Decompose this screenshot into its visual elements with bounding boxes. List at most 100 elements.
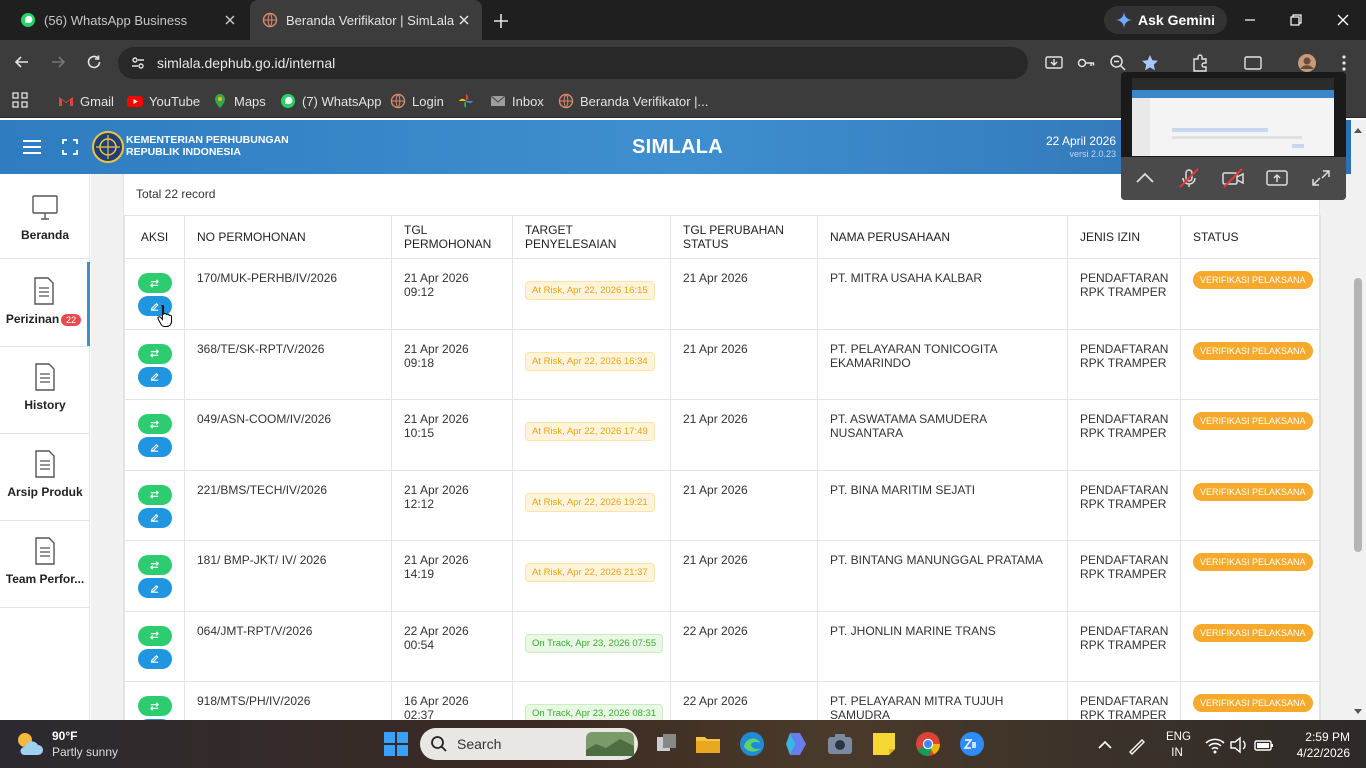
sidebar-divider [0,520,90,521]
tab-whatsapp-business[interactable]: (56) WhatsApp Business [0,0,248,40]
column-header[interactable]: STATUS [1180,215,1321,259]
change-status-button[interactable] [137,343,172,364]
edit-button[interactable] [137,507,172,528]
close-icon[interactable] [456,12,472,28]
column-header[interactable]: JENIS IZIN [1067,215,1181,259]
sidebar-item-arsip-produk[interactable]: Arsip Produk [0,449,90,499]
hamburger-menu-icon[interactable] [22,138,42,156]
change-status-button[interactable] [137,696,172,716]
file-explorer-icon[interactable] [694,730,722,758]
bookmark-star-icon[interactable] [1140,53,1160,73]
change-status-button[interactable] [137,273,172,293]
mic-muted-icon[interactable] [1177,168,1201,188]
column-header[interactable]: TARGET PENYELESAIAN [512,215,671,259]
scrollbar-thumb[interactable] [1354,278,1362,552]
edit-button[interactable] [137,578,172,598]
target-status-pill: At Risk, Apr 22, 2026 17:49 [525,422,655,441]
no-permohonan-cell: 064/JMT-RPT/V/2026 [184,610,392,682]
change-status-button[interactable] [137,555,172,575]
chevron-up-icon[interactable] [1133,168,1157,188]
minimize-icon[interactable] [1240,10,1260,30]
fullscreen-icon[interactable] [62,139,78,155]
bookmark-beranda-verifikator[interactable]: Beranda Verifikator |... [558,91,708,111]
target-status-pill: At Risk, Apr 22, 2026 21:37 [525,563,655,582]
column-header[interactable]: TGL PERUBAHAN STATUS [670,215,818,259]
back-arrow-icon[interactable] [12,52,32,72]
chrome-icon[interactable] [914,730,942,758]
expand-icon[interactable] [1309,168,1333,188]
more-menu-icon[interactable] [1334,53,1354,73]
change-status-button[interactable] [137,625,172,646]
weather-description: Partly sunny [52,745,119,759]
sidebar-item-perizinan[interactable]: Perizinan 22 [0,262,90,346]
speaker-icon[interactable] [1228,734,1250,756]
table-header-row: AKSI NO PERMOHONAN TGL PERMOHONAN TARGET… [124,215,1321,259]
change-status-button[interactable] [137,484,172,505]
extensions-puzzle-icon[interactable] [1190,53,1210,73]
status-badge: VERIFIKASI PELAKSANA [1193,694,1313,712]
tab-simlala[interactable]: Beranda Verifikator | SimLala [250,0,482,40]
address-bar[interactable]: simlala.dephub.go.id/internal [118,47,1028,79]
globe-icon [390,93,406,109]
windows-start-icon[interactable] [382,730,410,758]
column-header[interactable]: NO PERMOHONAN [184,215,392,259]
taskbar-search-box[interactable]: Search [420,728,638,760]
install-app-icon[interactable] [1044,53,1064,73]
wifi-icon[interactable] [1204,734,1226,756]
camera-app-icon[interactable] [826,730,854,758]
nama-perusahaan-cell: PT. ASWATAMA SAMUDERA NUSANTARA [817,399,1068,471]
tab-title: Beranda Verifikator | SimLala [286,12,455,28]
language-indicator[interactable]: ENG IN [1166,729,1191,761]
sticky-notes-icon[interactable] [870,730,898,758]
bookmark-login[interactable]: Login [390,91,444,111]
sidebar-item-team-performance[interactable]: Team Perfor... [0,536,90,586]
column-header[interactable]: TGL PERMOHONAN [391,215,513,259]
reload-icon[interactable] [84,52,104,72]
share-screen-icon[interactable] [1265,168,1289,188]
maps-pin-icon [215,94,225,108]
pen-tray-icon[interactable] [1126,734,1148,756]
bookmark-maps[interactable]: Maps [212,91,266,111]
copilot-icon[interactable] [782,730,810,758]
status-badge: VERIFIKASI PELAKSANA [1193,482,1313,501]
system-clock[interactable]: 2:59 PM 4/22/2026 [1290,729,1350,761]
bookmark-inbox[interactable]: Inbox [490,91,544,111]
apps-grid-icon[interactable] [12,92,28,108]
change-status-button[interactable] [137,414,172,434]
edit-button[interactable] [137,648,172,669]
profile-avatar-icon[interactable] [1297,53,1317,73]
cast-icon[interactable] [1243,53,1263,73]
zoom-out-icon[interactable] [1108,53,1128,73]
key-icon[interactable] [1076,53,1096,73]
column-header[interactable]: NAMA PERUSAHAAN [817,215,1068,259]
site-settings-icon[interactable] [130,55,146,71]
bookmark-gmail[interactable]: Gmail [58,91,114,111]
ask-gemini-button[interactable]: Ask Gemini [1104,6,1228,34]
target-cell: At Risk, Apr 22, 2026 21:37 [512,540,671,612]
close-icon[interactable] [222,12,238,28]
battery-icon[interactable] [1253,734,1275,756]
new-tab-plus-icon[interactable] [490,10,512,32]
sidebar-item-beranda[interactable]: Beranda [0,192,90,242]
edit-button[interactable] [137,437,172,457]
forward-arrow-icon[interactable] [48,52,68,72]
scroll-up-arrow-icon[interactable] [1353,126,1363,134]
sidebar-item-history[interactable]: History [0,362,90,412]
weather-sun-cloud-icon[interactable] [14,729,44,759]
edge-browser-icon[interactable] [738,730,766,758]
edit-button[interactable] [137,366,172,387]
monitor-icon [32,195,58,220]
tab-title: (56) WhatsApp Business [44,12,188,28]
bookmark-whatsapp[interactable]: (7) WhatsApp [280,91,381,111]
swap-arrows-icon [149,278,160,288]
task-view-icon[interactable] [652,730,680,758]
scroll-down-arrow-icon[interactable] [1353,708,1363,716]
bookmark-pinwheel[interactable] [458,91,474,111]
restore-icon[interactable] [1286,10,1306,30]
zoom-app-icon[interactable] [958,730,986,758]
video-off-icon[interactable] [1221,168,1245,188]
bookmark-youtube[interactable]: YouTube [127,91,200,111]
close-window-icon[interactable] [1333,10,1353,30]
windows-taskbar [0,720,1366,768]
chevron-up-icon[interactable] [1094,734,1116,756]
